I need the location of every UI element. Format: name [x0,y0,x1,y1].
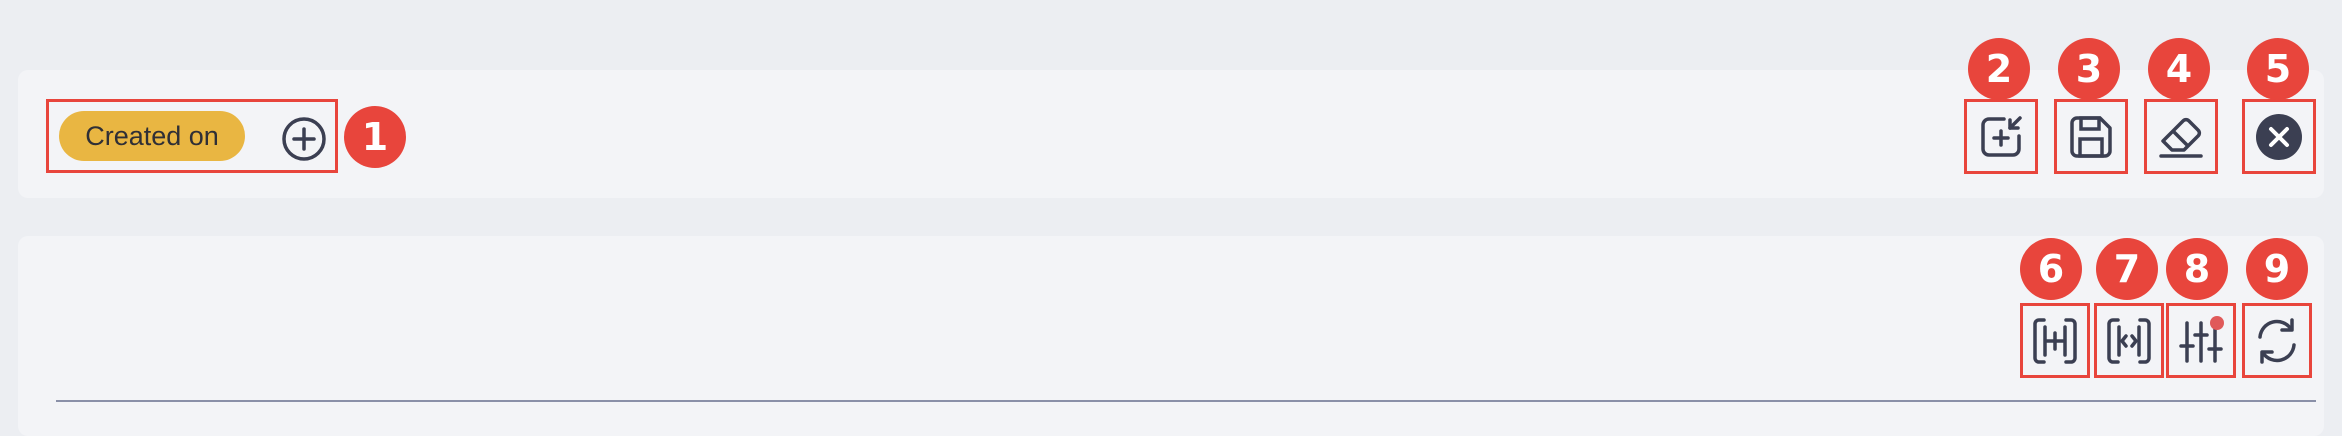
callout-4: 4 [2148,38,2210,100]
callout-1: 1 [344,106,406,168]
callout-9: 9 [2246,238,2308,300]
filter-chip-created-on[interactable]: Created on [59,111,245,161]
expand-columns-icon [2033,317,2077,364]
sliders-icon [2179,315,2224,363]
floppy-disk-icon [2070,115,2112,158]
refresh-icon [2258,317,2296,364]
table-top-border [56,400,2316,402]
collapse-columns-icon [2107,317,2151,364]
add-filter-button[interactable] [281,116,327,162]
plus-circle-icon [282,117,326,161]
eraser-icon [2159,117,2203,158]
table-panel [18,236,2324,436]
collapse-columns-button[interactable] [2094,303,2164,378]
add-filter-set-button[interactable] [1964,99,2038,174]
save-button[interactable] [2054,99,2128,174]
callout-2: 2 [1968,38,2030,100]
filter-chip-group: Created on [46,99,338,173]
callout-3: 3 [2058,38,2120,100]
notification-dot [2210,315,2224,330]
expand-columns-button[interactable] [2020,303,2090,378]
close-button[interactable] [2242,99,2316,174]
close-circle-icon [2256,113,2302,160]
add-to-box-icon [1981,115,2022,157]
clear-button[interactable] [2144,99,2218,174]
column-settings-button[interactable] [2166,303,2236,378]
callout-5: 5 [2247,38,2309,100]
refresh-button[interactable] [2242,303,2312,378]
callout-7: 7 [2096,238,2158,300]
callout-6: 6 [2020,238,2082,300]
callout-8: 8 [2166,238,2228,300]
